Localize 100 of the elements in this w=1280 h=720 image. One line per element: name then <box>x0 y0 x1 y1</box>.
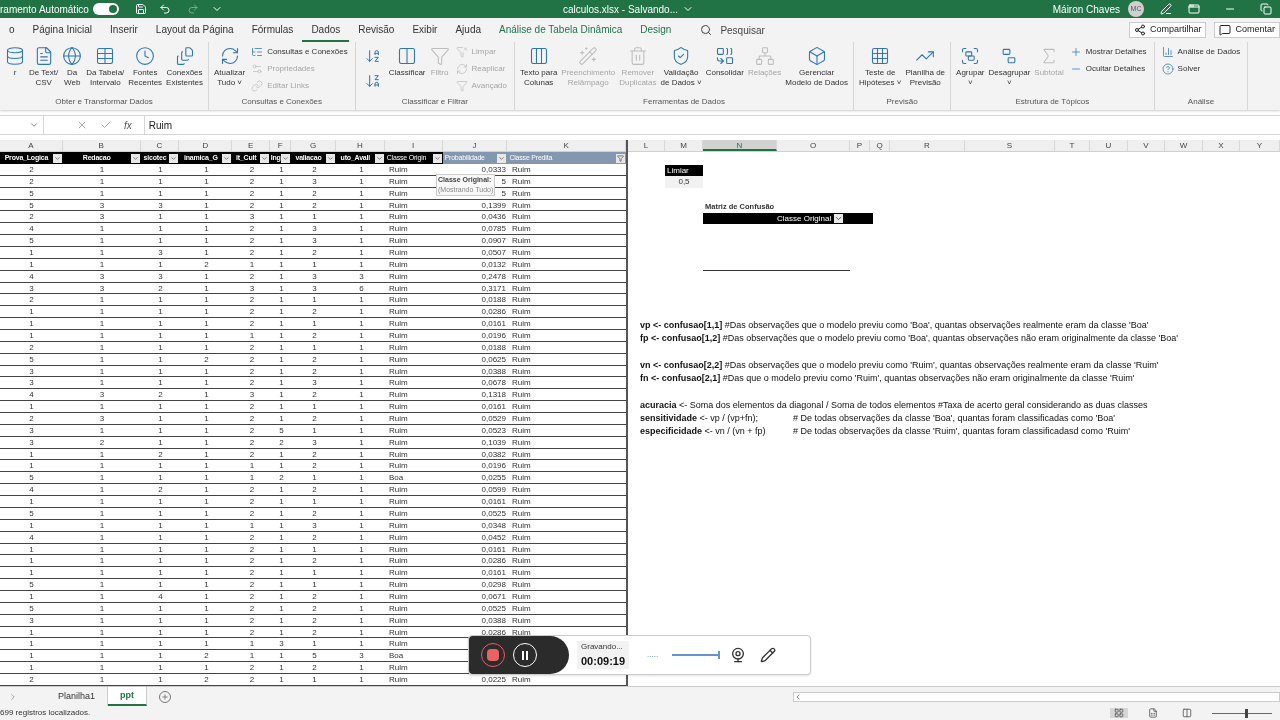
ribbon-button[interactable]: r <box>3 42 27 78</box>
ribbon-action-button[interactable]: Compartilhar <box>1128 22 1207 38</box>
table-cell: 2 <box>249 603 255 613</box>
column-header[interactable]: B <box>62 140 141 151</box>
menu-tab[interactable]: Análise de Tabela Dinâmica <box>490 18 632 42</box>
cancel-icon[interactable] <box>76 119 88 131</box>
table-cell: 5 <box>29 473 34 483</box>
column-header[interactable]: X <box>1203 140 1240 151</box>
filter-button[interactable] <box>52 153 62 163</box>
filter-button[interactable] <box>169 153 179 163</box>
filter-button[interactable] <box>834 214 844 224</box>
menu-tab[interactable]: Inserir <box>101 18 147 42</box>
filter-button[interactable] <box>281 153 291 163</box>
table-cell: Ruim <box>389 639 408 649</box>
column-header[interactable]: R <box>890 140 965 151</box>
ribbon-button[interactable]: Texto para Colunas <box>518 42 560 88</box>
column-header[interactable]: S <box>965 140 1055 151</box>
filter-button[interactable] <box>260 153 270 163</box>
table-cell: 1 <box>279 165 284 174</box>
table-cell: 1 <box>312 425 317 435</box>
slider-thumb[interactable] <box>1245 708 1248 718</box>
ribbon-button[interactable]: Conexões Existentes <box>164 42 205 88</box>
ribbon-button[interactable]: Desagrupar ˅ <box>986 42 1033 88</box>
table-cell: Ruim <box>389 580 408 590</box>
ribbon-button[interactable]: Consolidar <box>703 42 746 78</box>
filter-button[interactable] <box>432 153 442 163</box>
menu-tab[interactable]: Layout da Página <box>146 18 243 42</box>
column-header[interactable]: A <box>0 140 63 151</box>
ribbon-button[interactable]: Validação de Dados ˅ <box>658 42 704 88</box>
search-field[interactable]: Pesquisar <box>700 22 765 38</box>
ribbon-button[interactable]: Da Tabela/ Intervalo <box>84 42 127 88</box>
ribbon-button[interactable]: Da Web <box>60 42 85 88</box>
ribbon-button[interactable]: De Text/ CSV <box>27 42 61 88</box>
ribbon-button[interactable]: Fontes Recentes <box>126 42 165 88</box>
filter-button[interactable] <box>222 153 232 163</box>
menu-tab[interactable]: Fórmulas <box>242 18 303 42</box>
webcam-icon[interactable] <box>730 647 747 663</box>
ribbon-button[interactable]: Classificar <box>386 42 428 78</box>
table-cell: 1 <box>279 461 284 471</box>
function-label[interactable]: fx <box>124 117 132 133</box>
undo-icon[interactable] <box>158 3 171 15</box>
filter-button[interactable] <box>374 153 384 163</box>
column-header[interactable]: I <box>384 140 443 151</box>
menu-tab[interactable]: Design <box>631 18 681 42</box>
column-header[interactable]: Q <box>870 140 890 151</box>
menu-tab[interactable]: Dados <box>302 18 350 42</box>
column-header[interactable]: Y <box>1240 140 1280 151</box>
table-cell: 0,0785 <box>481 224 506 234</box>
column-header[interactable]: C <box>140 140 180 151</box>
menu-tab[interactable]: Página Inicial <box>23 18 102 42</box>
menu-tab[interactable]: Exibir <box>403 18 447 42</box>
column-header[interactable]: L <box>628 140 665 151</box>
table-cell: 1 <box>204 639 209 649</box>
menu-tab[interactable]: Ajuda <box>446 18 490 42</box>
ribbon-button[interactable]: Solver <box>1161 63 1241 75</box>
column-header[interactable]: K <box>507 140 626 151</box>
table-cell: Ruim <box>389 295 408 305</box>
pen-icon[interactable] <box>1160 3 1172 15</box>
ribbon-button[interactable]: Consultas e Conexões <box>251 46 348 58</box>
restore-icon[interactable] <box>1260 3 1272 15</box>
column-header[interactable]: W <box>1165 140 1203 151</box>
column-header[interactable]: O <box>777 140 850 151</box>
ribbon-button[interactable]: Agrupar ˅ <box>954 42 987 88</box>
table-cell: 2 <box>249 176 255 186</box>
table-cell: 1 <box>204 283 209 293</box>
ribbon-button[interactable]: Mostrar Detalhes <box>1069 46 1147 58</box>
column-header[interactable]: N <box>703 140 777 151</box>
menu-tab[interactable]: o <box>0 18 24 42</box>
volume-slider-icon[interactable] <box>672 651 721 659</box>
enter-icon[interactable] <box>100 119 112 131</box>
column-header[interactable]: D <box>179 140 233 151</box>
horizontal-scrollbar[interactable] <box>792 691 1280 702</box>
column-header[interactable]: T <box>1055 140 1090 151</box>
column-header[interactable]: F <box>270 140 292 151</box>
view-button[interactable] <box>1110 708 1128 718</box>
ribbon-button[interactable]: Atualizar Tudo ˅ <box>212 42 248 88</box>
ribbon-button[interactable]: Ocultar Detalhes <box>1069 63 1147 75</box>
ribbon-button[interactable]: Planilha de Previsão <box>903 42 948 88</box>
ribbon-button[interactable]: Teste de Hipóteses ˅ <box>857 42 904 88</box>
window-icon[interactable] <box>1188 3 1200 15</box>
ribbon-button[interactable]: Gerenciar Modelo de Dados <box>783 42 850 88</box>
sheet-tab[interactable]: ppt <box>107 687 147 706</box>
autosave-toggle[interactable] <box>92 3 119 15</box>
formula-input[interactable]: Ruim <box>143 116 1280 134</box>
column-header[interactable]: V <box>1128 140 1165 151</box>
column-header[interactable]: J <box>442 140 508 151</box>
table-cell: Ruim <box>512 508 531 518</box>
pencil-icon[interactable] <box>760 647 777 663</box>
column-header[interactable]: H <box>335 140 385 151</box>
filter-button[interactable] <box>130 153 140 163</box>
column-header[interactable]: U <box>1090 140 1128 151</box>
column-header[interactable]: G <box>291 140 336 151</box>
ribbon-button[interactable]: Análise de Dados <box>1161 46 1241 58</box>
ribbon-action-button[interactable]: Comentar <box>1214 22 1280 38</box>
menu-tab[interactable]: Revisão <box>349 18 404 42</box>
column-header[interactable]: E <box>232 140 271 151</box>
column-header[interactable]: P <box>850 140 870 151</box>
filter-button[interactable] <box>325 153 335 163</box>
table-cell: 0,0196 <box>481 461 506 471</box>
save-icon[interactable] <box>134 3 147 15</box>
